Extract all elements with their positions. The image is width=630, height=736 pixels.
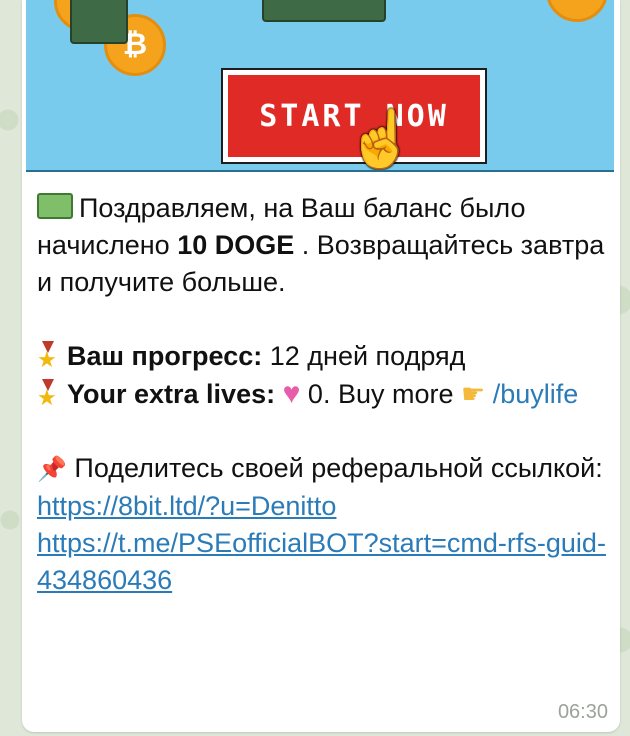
medal-icon: [37, 379, 59, 409]
pointing-hand-icon: ☛: [461, 379, 486, 409]
buylife-command-link[interactable]: /buylife: [493, 379, 579, 409]
message-timestamp: 06:30: [557, 701, 608, 723]
referral-link-1[interactable]: https://8bit.ltd/?u=Denitto: [37, 491, 336, 521]
message-text: Поздравляем, на Ваш баланс было начислен…: [37, 190, 607, 599]
pushpin-icon: 📌: [37, 455, 67, 483]
pointer-hand-icon: ☝: [346, 107, 416, 170]
promo-banner[interactable]: ₿ START NOW ☝: [26, 0, 614, 172]
money-icon: [37, 193, 73, 219]
coin-icon: [546, 0, 608, 22]
referral-link-2[interactable]: https://t.me/PSEofficialBOT?start=cmd-rf…: [37, 528, 606, 595]
cash-stack-icon: [262, 0, 386, 22]
medal-icon: [37, 341, 59, 371]
sparkling-heart-icon: ♥: [282, 377, 301, 410]
cash-stack-icon: [70, 0, 128, 44]
